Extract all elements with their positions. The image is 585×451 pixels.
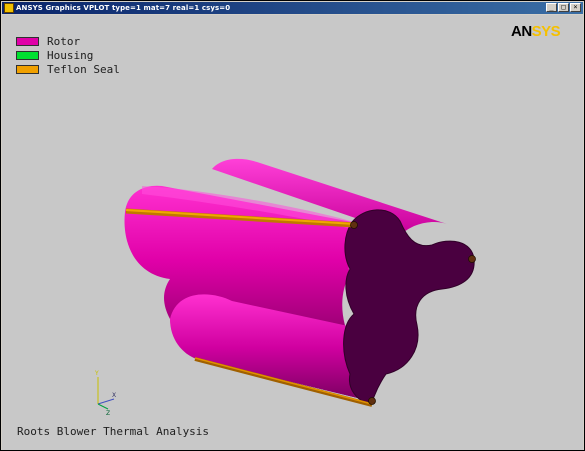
legend-item-housing: Housing xyxy=(16,48,120,62)
close-button[interactable]: × xyxy=(570,3,581,12)
window-title: ANSYS Graphics VPLOT type=1 mat=7 real=1… xyxy=(16,4,231,12)
restore-button[interactable]: □ xyxy=(558,3,569,12)
rotor-end-face xyxy=(343,209,475,405)
ansys-graphics-window: ANSYS Graphics VPLOT type=1 mat=7 real=1… xyxy=(0,0,585,451)
legend-swatch-rotor xyxy=(16,36,39,46)
plot-caption: Roots Blower Thermal Analysis xyxy=(17,425,210,438)
coordinate-triad-icon: Y X Z xyxy=(94,370,116,417)
legend-label: Rotor xyxy=(47,34,81,48)
ansys-app-icon xyxy=(4,3,14,13)
rotor-model: Y X Z xyxy=(94,158,476,417)
triad-y-label: Y xyxy=(94,370,99,377)
legend-label: Housing xyxy=(47,48,94,62)
ansys-logo: ANSYS xyxy=(511,23,561,40)
title-bar[interactable]: ANSYS Graphics VPLOT type=1 mat=7 real=1… xyxy=(2,2,583,14)
legend-item-teflon-seal: Teflon Seal xyxy=(16,62,120,76)
graphics-viewport[interactable]: Y X Z Rotor Housing Teflon Seal ANSYS Ro… xyxy=(2,15,583,450)
seal-marker-right xyxy=(468,255,476,263)
legend-label: Teflon Seal xyxy=(47,62,120,76)
triad-x-label: X xyxy=(112,392,116,399)
minimize-button[interactable]: _ xyxy=(546,3,557,12)
legend-swatch-teflon-seal xyxy=(16,64,39,74)
legend-item-rotor: Rotor xyxy=(16,34,120,48)
window-controls: _ □ × xyxy=(546,3,581,12)
legend-swatch-housing xyxy=(16,50,39,60)
seal-marker-top xyxy=(350,221,358,229)
triad-z-label: Z xyxy=(106,410,110,417)
material-legend: Rotor Housing Teflon Seal xyxy=(16,34,120,76)
seal-marker-bottom xyxy=(368,397,376,405)
